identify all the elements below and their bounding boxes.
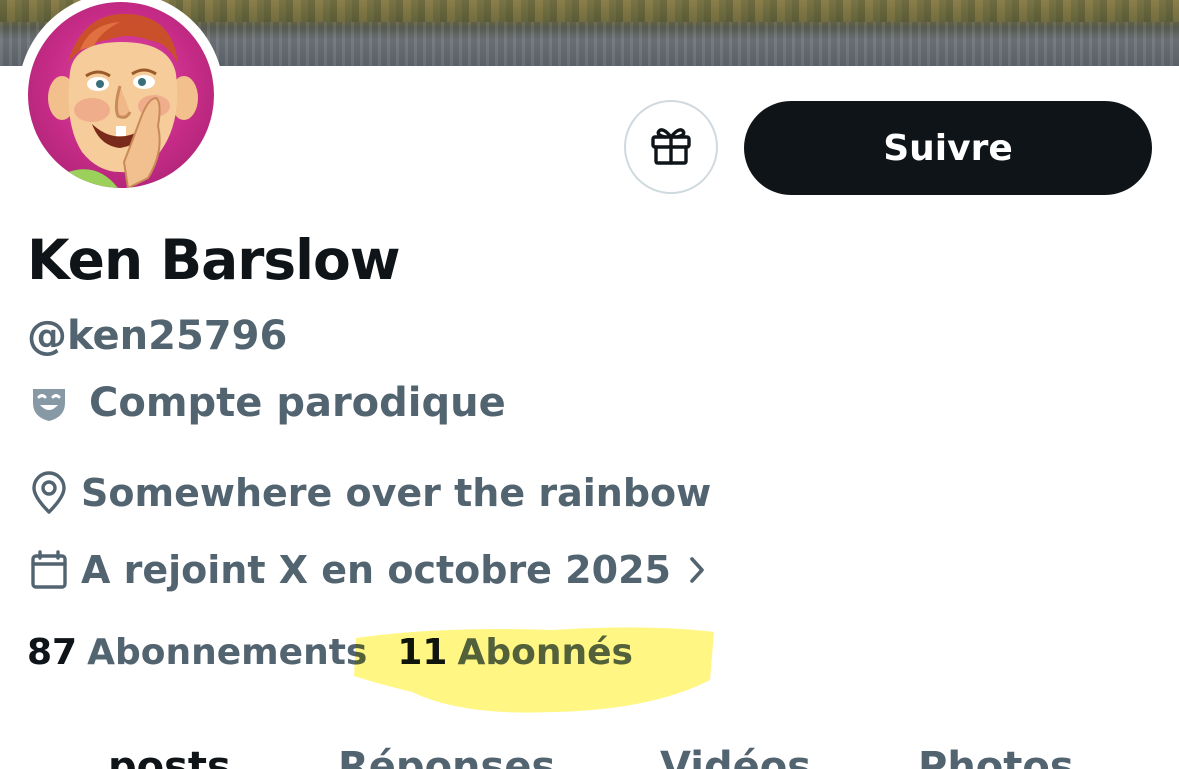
gift-button[interactable]	[624, 100, 718, 194]
profile-handle: @ken25796	[27, 313, 288, 359]
location-text: Somewhere over the rainbow	[81, 471, 712, 515]
location-pin-icon	[29, 471, 69, 515]
followers-count: 11	[397, 632, 448, 673]
avatar-image	[28, 2, 214, 188]
chevron-right-icon	[687, 554, 707, 586]
profile-tabs: posts Réponses Vidéos Photos	[0, 740, 1179, 769]
tab-posts[interactable]: posts	[108, 740, 231, 769]
calendar-icon	[29, 549, 69, 591]
joined-date-text: A rejoint X en octobre 2025	[81, 548, 671, 592]
follow-button[interactable]: Suivre	[744, 101, 1152, 195]
tab-videos[interactable]: Vidéos	[660, 740, 811, 769]
tab-replies[interactable]: Réponses	[338, 740, 555, 769]
following-count: 87	[27, 632, 78, 673]
parody-label: Compte parodique	[89, 380, 506, 426]
theater-mask-icon	[29, 383, 69, 423]
display-name: Ken Barslow	[27, 228, 401, 292]
avatar[interactable]	[18, 0, 224, 198]
location-row: Somewhere over the rainbow	[29, 471, 711, 515]
gift-icon	[649, 123, 693, 171]
profile-page: Suivre Ken Barslow @ken25796 Compte paro…	[0, 0, 1179, 769]
following-label: Abonnements	[87, 632, 368, 673]
parody-label-row[interactable]: Compte parodique	[29, 380, 506, 426]
follow-stats: 87 Abonnements 11 Abonnés	[27, 632, 633, 673]
followers-link[interactable]: 11 Abonnés	[397, 632, 633, 673]
joined-date-row[interactable]: A rejoint X en octobre 2025	[29, 548, 707, 592]
followers-label: Abonnés	[457, 632, 633, 673]
following-link[interactable]: 87 Abonnements	[27, 632, 367, 673]
tab-photos[interactable]: Photos	[918, 740, 1074, 769]
